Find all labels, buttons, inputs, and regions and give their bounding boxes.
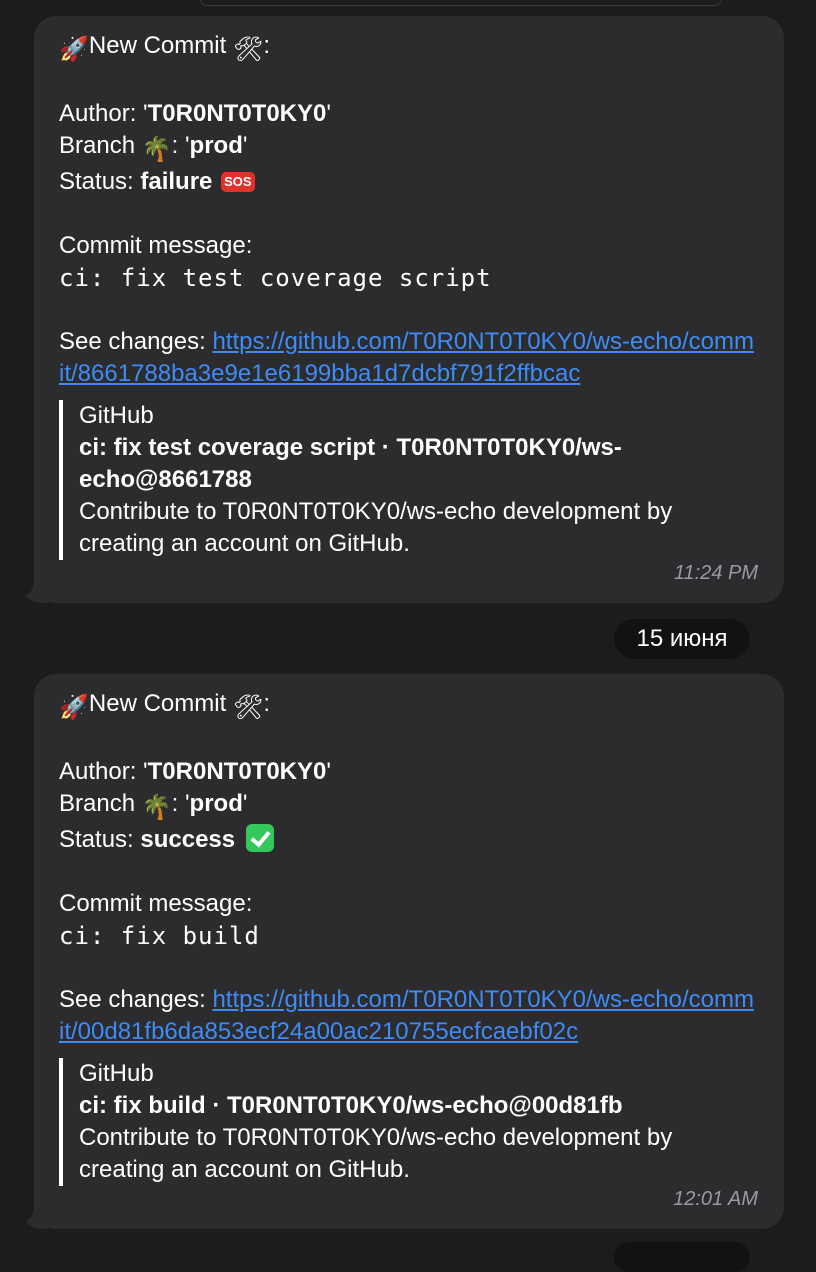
status-value: failure: [140, 168, 213, 195]
status-value: success: [140, 826, 236, 853]
date-separator: 15 июня: [614, 619, 750, 659]
preview-title: ci: fix build · T0R0NT0T0KY0/ws-echo@00d…: [79, 1092, 623, 1119]
palm-tree-icon: 🌴: [141, 794, 172, 821]
next-date-separator-edge: [614, 1242, 750, 1272]
status-line: Status: success: [59, 824, 758, 856]
palm-tree-icon: 🌴: [141, 136, 172, 163]
author-line: Author: 'T0R0NT0T0KY0': [59, 758, 331, 785]
rocket-icon: 🚀: [59, 694, 89, 721]
message-timestamp: 11:24 PM: [673, 562, 758, 584]
author-name: T0R0NT0T0KY0: [147, 100, 327, 127]
branch-name: prod: [189, 132, 243, 159]
check-mark-icon: [245, 824, 274, 852]
preview-description: Contribute to T0R0NT0T0KY0/ws-echo devel…: [79, 1124, 673, 1183]
sos-icon: SOS: [221, 172, 255, 192]
changes-line: See changes: https://github.com/T0R0NT0T…: [59, 328, 754, 387]
link-preview[interactable]: GitHub ci: fix build · T0R0NT0T0KY0/ws-e…: [59, 1058, 758, 1186]
commit-message: ci: fix test coverage script: [59, 264, 492, 292]
link-preview[interactable]: GitHub ci: fix test coverage script · T0…: [59, 400, 758, 560]
preview-title: ci: fix test coverage script · T0R0NT0T0…: [79, 434, 622, 493]
branch-name: prod: [189, 790, 243, 817]
rocket-icon: 🚀: [59, 36, 89, 63]
bubble-tail: [20, 1207, 48, 1229]
commit-label: Commit message:: [59, 232, 253, 259]
previous-message-edge: [200, 0, 722, 6]
message-header: 🚀New Commit 🛠:: [59, 688, 758, 724]
author-name: T0R0NT0T0KY0: [147, 758, 327, 785]
message-bubble-failure[interactable]: 🚀New Commit 🛠: Author: 'T0R0NT0T0KY0' Br…: [20, 16, 784, 603]
hammer-wrench-icon: 🛠: [232, 36, 264, 63]
status-line: Status: failure SOS: [59, 166, 758, 198]
message-header: 🚀New Commit 🛠:: [59, 30, 758, 66]
branch-line: Branch 🌴: 'prod': [59, 130, 758, 166]
preview-description: Contribute to T0R0NT0T0KY0/ws-echo devel…: [79, 498, 673, 557]
preview-site-name: GitHub: [79, 402, 154, 429]
bubble-tail: [20, 581, 48, 603]
commit-message: ci: fix build: [59, 922, 260, 950]
branch-line: Branch 🌴: 'prod': [59, 788, 758, 824]
changes-line: See changes: https://github.com/T0R0NT0T…: [59, 986, 754, 1045]
author-line: Author: 'T0R0NT0T0KY0': [59, 100, 331, 127]
preview-site-name: GitHub: [79, 1060, 154, 1087]
message-bubble-success[interactable]: 🚀New Commit 🛠: Author: 'T0R0NT0T0KY0' Br…: [20, 674, 784, 1229]
commit-label: Commit message:: [59, 890, 253, 917]
message-timestamp: 12:01 AM: [673, 1188, 758, 1210]
hammer-wrench-icon: 🛠: [232, 694, 264, 721]
